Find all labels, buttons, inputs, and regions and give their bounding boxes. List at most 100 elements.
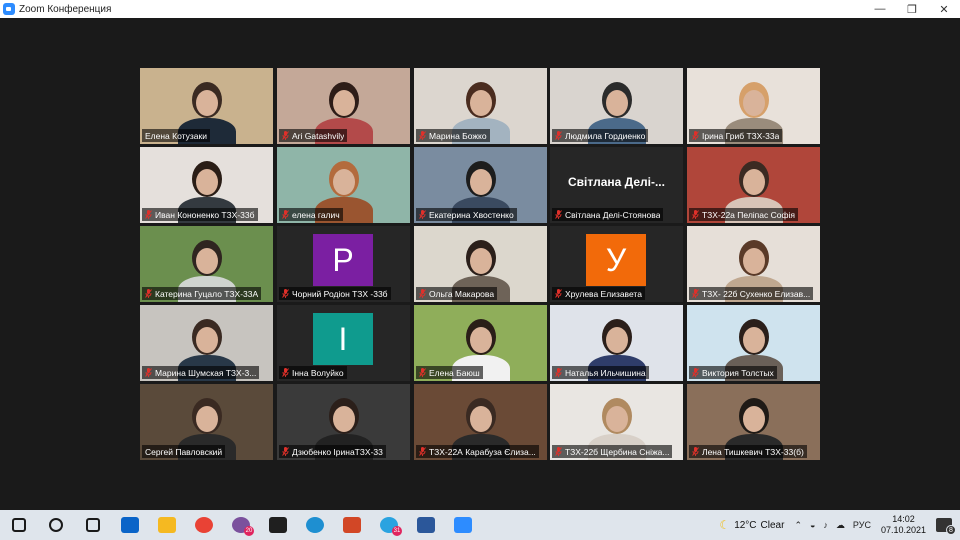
notification-center-icon[interactable]: 8 <box>936 518 956 535</box>
title-bar: Zoom Конференция — ❐ ✕ <box>0 0 960 18</box>
participant-tile[interactable]: У Хрулева Елизавета <box>550 226 683 302</box>
participant-tile[interactable]: І Інна Волуйко <box>277 305 410 381</box>
telegram-icon[interactable]: 31 <box>370 510 407 540</box>
participant-name: Екатерина Хвостенко <box>429 209 514 220</box>
network-icon[interactable]: ◒ <box>810 520 815 530</box>
chevron-up-icon[interactable]: ⌃ <box>794 520 802 531</box>
participant-tile[interactable]: Ірина Гриб ТЗХ-33а <box>687 68 820 144</box>
participant-face <box>470 169 492 195</box>
participant-name: елена галич <box>292 209 340 220</box>
participant-name-bar: елена галич <box>279 208 343 221</box>
viber-icon[interactable]: 20 <box>222 510 259 540</box>
participant-face <box>196 248 218 274</box>
participant-tile[interactable]: ТЗХ- 22б Сухенко Елизав... <box>687 226 820 302</box>
participant-tile[interactable]: Марина Шумская ТЗХ-3... <box>140 305 273 381</box>
cloud-icon[interactable]: ☁ <box>836 520 845 531</box>
participant-tile[interactable]: Виктория Толстых <box>687 305 820 381</box>
participant-name-bar: Ірина Гриб ТЗХ-33а <box>689 129 783 142</box>
participant-face <box>606 90 628 116</box>
participant-tile[interactable]: Дзюбенко ІринаТЗХ-33 <box>277 384 410 460</box>
restore-button[interactable]: ❐ <box>896 0 928 18</box>
powerpoint-icon[interactable] <box>333 510 370 540</box>
participant-tile[interactable]: Марина Божко <box>414 68 547 144</box>
participant-name: Хрулева Елизавета <box>565 288 642 299</box>
window-title: Zoom Конференция <box>19 3 112 15</box>
participant-name-bar: Елена Баюш <box>416 366 483 379</box>
participant-tile[interactable]: P Чорний Родіон ТЗХ -33б <box>277 226 410 302</box>
participant-tile[interactable]: Світлана Делі-... Світлана Делі-Стоянова <box>550 147 683 223</box>
participant-face <box>333 406 355 432</box>
muted-mic-icon <box>555 131 562 140</box>
participant-name-bar: ТЗХ-22А Карабуза Єлиза... <box>416 445 539 458</box>
muted-mic-icon <box>692 210 699 219</box>
windows-start-glyph <box>11 518 26 532</box>
file-explorer-icon[interactable] <box>148 510 185 540</box>
search-icon[interactable] <box>37 510 74 540</box>
participant-name: Катерина Гуцало ТЗХ-33А <box>155 288 259 299</box>
participant-tile[interactable]: ТЗХ-22а Пеліпас Софія <box>687 147 820 223</box>
participant-name: Ari Gatashvily <box>292 130 345 141</box>
participant-face <box>470 90 492 116</box>
participant-face <box>743 90 765 116</box>
participant-tile[interactable]: Катерина Гуцало ТЗХ-33А <box>140 226 273 302</box>
participant-face <box>196 327 218 353</box>
volume-icon[interactable]: ♪ <box>823 520 828 530</box>
app-badge: 31 <box>392 526 402 536</box>
moon-icon: ☾ <box>719 518 731 532</box>
participant-tile[interactable]: ТЗХ-22А Карабуза Єлиза... <box>414 384 547 460</box>
participant-tile[interactable]: Елена Баюш <box>414 305 547 381</box>
participant-name: Виктория Толстых <box>702 367 774 378</box>
participant-name-bar: Інна Волуйко <box>279 366 347 379</box>
notification-count: 8 <box>946 525 956 535</box>
participant-name: Сергей Павловский <box>145 446 223 457</box>
mail-icon[interactable] <box>111 510 148 540</box>
zoom-glyph <box>453 517 472 533</box>
chrome-glyph <box>194 517 213 533</box>
clock-time: 14:02 <box>892 514 915 524</box>
participant-name-bar: Марина Шумская ТЗХ-3... <box>142 366 260 379</box>
chrome-icon[interactable] <box>185 510 222 540</box>
participant-name: ТЗХ-22А Карабуза Єлиза... <box>429 446 536 457</box>
participant-name-bar: ТЗХ-22б Щербина Сніжа... <box>552 445 673 458</box>
participant-name: Людмила Гордиенко <box>565 130 646 141</box>
participant-face <box>470 248 492 274</box>
edge-glyph <box>305 517 324 533</box>
participant-tile[interactable]: Ari Gatashvily <box>277 68 410 144</box>
muted-mic-icon <box>145 368 152 377</box>
sticky-notes-icon[interactable] <box>259 510 296 540</box>
edge-icon[interactable] <box>296 510 333 540</box>
participant-name: Інна Волуйко <box>292 367 344 378</box>
muted-mic-icon <box>419 289 426 298</box>
windows-start-icon[interactable] <box>0 510 37 540</box>
gallery-view: Елена Котузаки Ari Gatashvily Марина Божко… <box>0 18 960 510</box>
participant-tile[interactable]: Елена Котузаки <box>140 68 273 144</box>
participant-name: Наталья Ильчишина <box>565 367 646 378</box>
participant-face <box>333 169 355 195</box>
participant-tile[interactable]: ТЗХ-22б Щербина Сніжа... <box>550 384 683 460</box>
clock[interactable]: 14:02 07.10.2021 <box>881 514 926 536</box>
muted-mic-icon <box>692 131 699 140</box>
participant-face <box>196 406 218 432</box>
participant-tile[interactable]: Екатерина Хвостенко <box>414 147 547 223</box>
participant-tile[interactable]: Сергей Павловский <box>140 384 273 460</box>
participant-name: Дзюбенко ІринаТЗХ-33 <box>292 446 383 457</box>
participant-tile[interactable]: Лена Тишкевич ТЗХ-33(б) <box>687 384 820 460</box>
participant-tile[interactable]: Наталья Ильчишина <box>550 305 683 381</box>
window-controls: — ❐ ✕ <box>864 0 960 18</box>
zoom-icon[interactable] <box>444 510 481 540</box>
participant-tile[interactable]: Людмила Гордиенко <box>550 68 683 144</box>
close-button[interactable]: ✕ <box>928 0 960 18</box>
participant-avatar: У <box>586 234 646 286</box>
participant-name: Чорний Родіон ТЗХ -33б <box>292 288 388 299</box>
muted-mic-icon <box>419 131 426 140</box>
participant-tile[interactable]: елена галич <box>277 147 410 223</box>
weather-widget[interactable]: ☾ 12°C Clear <box>719 518 784 532</box>
word-icon[interactable] <box>407 510 444 540</box>
participant-tile[interactable]: Ольга Макарова <box>414 226 547 302</box>
participant-name: Марина Божко <box>429 130 487 141</box>
language-indicator[interactable]: РУС <box>853 520 871 530</box>
participant-tile[interactable]: Иван Кононенко ТЗХ-33б <box>140 147 273 223</box>
minimize-button[interactable]: — <box>864 0 896 18</box>
taskbar-apps: 20 31 <box>0 510 481 540</box>
task-view-icon[interactable] <box>74 510 111 540</box>
